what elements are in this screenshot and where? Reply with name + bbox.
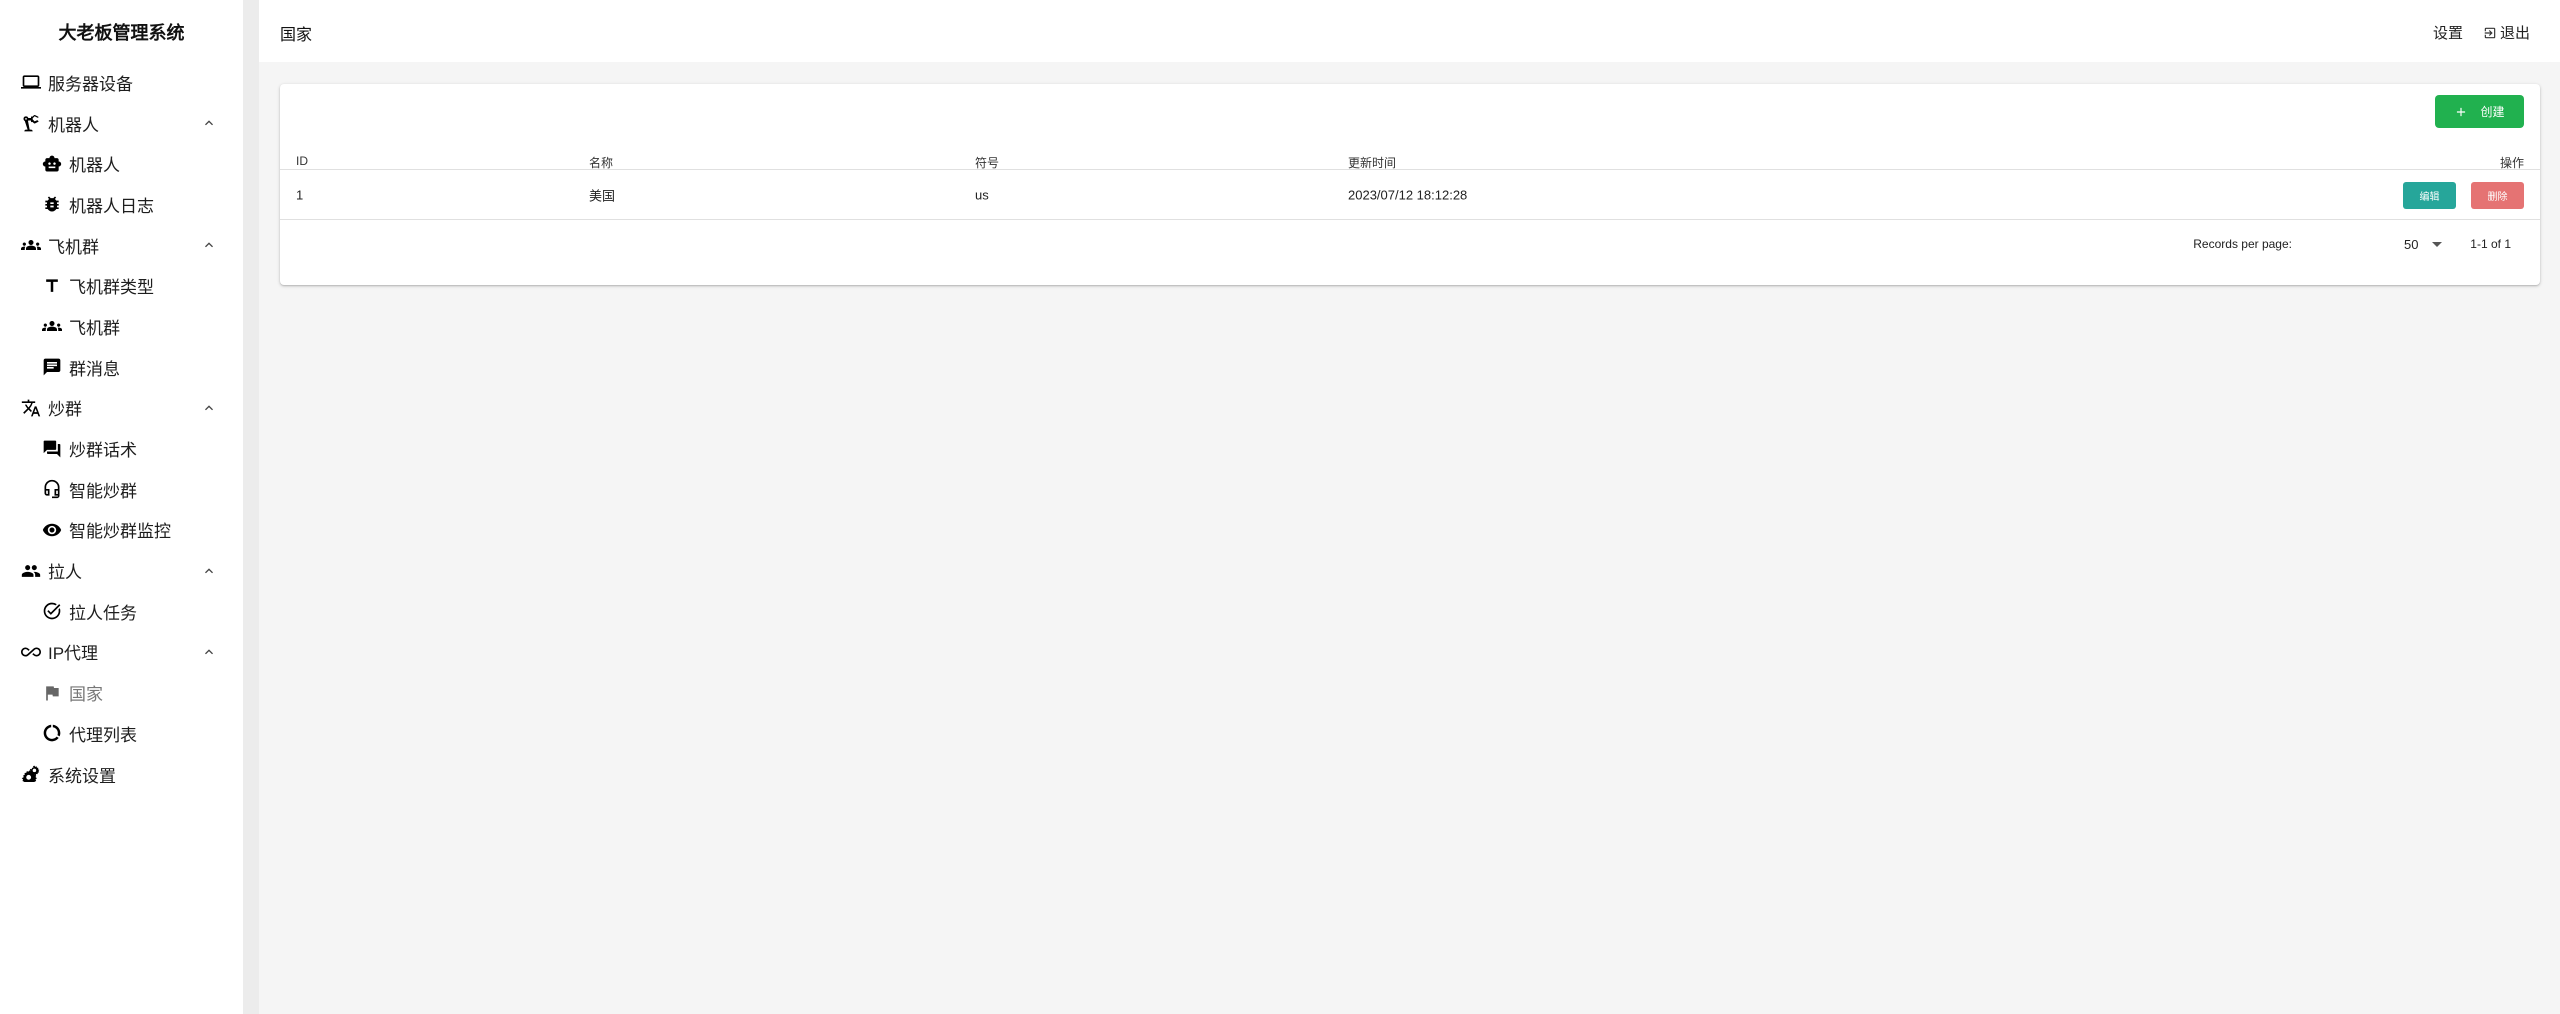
top-bar: 国家 设置 退出: [259, 0, 2560, 62]
app-title: 大老板管理系统: [58, 23, 185, 43]
people-icon: [19, 559, 43, 583]
sidebar-item-label: 飞机群类型: [69, 278, 154, 298]
sidebar-item-hype-scripts[interactable]: 炒群话术: [0, 428, 243, 469]
create-button[interactable]: 创建: [2435, 95, 2524, 128]
sidebar-item-label: 机器人: [69, 156, 120, 176]
sidebar-item-label: 炒群话术: [69, 441, 137, 461]
logout-icon: [2484, 27, 2496, 38]
check-circle-icon: [40, 599, 64, 623]
chevron-up-icon[interactable]: [201, 563, 217, 579]
sidebar-item-label: 机器人: [48, 115, 99, 135]
laptop-icon: [19, 70, 43, 94]
countries-card: 创建 ID 名称 符号 更新时间 操作 1 美国 us 2023/07/12 1…: [280, 84, 2540, 285]
sidebar-item-label: 机器人日志: [69, 196, 154, 216]
chevron-up-icon[interactable]: [201, 237, 217, 253]
dropdown-arrow-icon: [2432, 242, 2443, 247]
sidebar-item-label: 系统设置: [48, 766, 116, 786]
sidebar-item-label: IP代理: [48, 644, 99, 664]
sidebar-item-label: 服务器设备: [48, 74, 133, 94]
edit-button[interactable]: 编辑: [2403, 182, 2456, 209]
sidebar-item-countries[interactable]: 国家: [0, 672, 243, 713]
cell-symbol: us: [975, 187, 989, 203]
sidebar-item-label: 拉人任务: [69, 603, 137, 623]
sidebar-item-system-settings[interactable]: 系统设置: [0, 754, 243, 795]
infinity-icon: [19, 640, 43, 664]
column-header-actions: 操作: [2499, 156, 2524, 170]
column-header-symbol[interactable]: 符号: [975, 154, 999, 171]
cell-id: 1: [296, 187, 304, 203]
sidebar-group-pull[interactable]: 拉人: [0, 550, 243, 591]
records-per-page-label: Records per page:: [2193, 237, 2292, 251]
robot-icon: [40, 152, 64, 176]
sidebar-item-label: 飞机群: [69, 318, 120, 338]
chevron-up-icon[interactable]: [201, 400, 217, 416]
top-actions: 设置 退出: [2433, 22, 2530, 43]
sidebar-item-server-devices[interactable]: 服务器设备: [0, 62, 243, 103]
chevron-up-icon[interactable]: [201, 115, 217, 131]
cell-name: 美国: [589, 188, 616, 204]
sidebar-group-hype[interactable]: 炒群: [0, 388, 243, 429]
sidebar-group-groups[interactable]: 飞机群: [0, 225, 243, 266]
column-header-name[interactable]: 名称: [589, 154, 613, 171]
sidebar-item-label: 智能炒群监控: [69, 522, 171, 542]
page-title: 国家: [280, 27, 313, 44]
groups-icon: [40, 314, 64, 338]
logout-label: 退出: [2499, 25, 2530, 42]
flag-icon: [40, 681, 64, 705]
sidebar-item-label: 拉人: [48, 563, 82, 583]
gears-icon: [19, 762, 43, 786]
create-label: 创建: [2480, 105, 2505, 119]
eye-icon: [40, 518, 64, 542]
sidebar-item-label: 国家: [69, 685, 103, 705]
pagination: Records per page: 50 1-1 of 1: [280, 221, 2540, 269]
sidebar-item-proxy-list[interactable]: 代理列表: [0, 713, 243, 754]
records-per-page-value: 50: [2404, 236, 2419, 252]
column-header-updated[interactable]: 更新时间: [1348, 154, 1396, 171]
forum-icon: [40, 437, 64, 461]
message-icon: [40, 355, 64, 379]
groups-icon: [19, 233, 43, 257]
logout-link[interactable]: 退出: [2483, 22, 2530, 43]
sidebar-item-group-messages[interactable]: 群消息: [0, 347, 243, 388]
sidebar: 大老板管理系统 服务器设备 机器人 机器人 机器人日志 飞机群 飞机群类型 飞机…: [0, 0, 243, 1014]
sidebar-item-group-types[interactable]: 飞机群类型: [0, 265, 243, 306]
delete-button[interactable]: 删除: [2471, 182, 2524, 209]
table-row: 1 美国 us 2023/07/12 18:12:28 编辑 删除: [280, 171, 2540, 220]
plus-icon: [2457, 107, 2466, 116]
sidebar-item-robot-logs[interactable]: 机器人日志: [0, 184, 243, 225]
sidebar-item-label: 飞机群: [48, 237, 99, 257]
settings-link[interactable]: 设置: [2433, 22, 2463, 43]
records-per-page-select[interactable]: 50: [2404, 233, 2449, 255]
column-header-id[interactable]: ID: [296, 154, 308, 168]
sidebar-group-ip-proxy[interactable]: IP代理: [0, 632, 243, 673]
cell-updated: 2023/07/12 18:12:28: [1348, 187, 1468, 203]
translate-icon: [19, 396, 43, 420]
sidebar-group-robots[interactable]: 机器人: [0, 103, 243, 144]
sidebar-divider: [243, 0, 259, 1014]
sidebar-item-label: 群消息: [69, 359, 120, 379]
sidebar-item-label: 智能炒群: [69, 481, 137, 501]
donut-icon: [40, 721, 64, 745]
sidebar-nav: 服务器设备 机器人 机器人 机器人日志 飞机群 飞机群类型 飞机群 群消息 炒群…: [0, 62, 243, 794]
sidebar-item-label: 代理列表: [69, 725, 137, 745]
headset-icon: [40, 477, 64, 501]
bug-icon: [40, 192, 64, 216]
robot-arm-icon: [19, 111, 43, 135]
sidebar-item-smart-hype[interactable]: 智能炒群: [0, 469, 243, 510]
chevron-up-icon[interactable]: [201, 644, 217, 660]
sidebar-item-smart-hype-monitor[interactable]: 智能炒群监控: [0, 510, 243, 551]
sidebar-item-groups[interactable]: 飞机群: [0, 306, 243, 347]
sidebar-item-pull-tasks[interactable]: 拉人任务: [0, 591, 243, 632]
sidebar-item-robots[interactable]: 机器人: [0, 143, 243, 184]
text-icon: [40, 274, 64, 298]
pagination-range: 1-1 of 1: [2470, 237, 2511, 251]
sidebar-item-label: 炒群: [48, 400, 82, 420]
table-header: ID 名称 符号 更新时间 操作: [280, 144, 2540, 170]
